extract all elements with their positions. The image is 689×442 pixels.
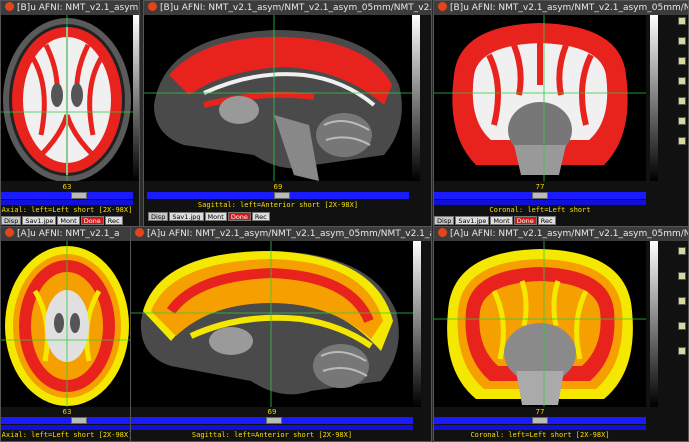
- side-button-c[interactable]: [678, 17, 686, 25]
- crop-bar: [434, 425, 646, 430]
- viewer-b-sagittal: [B]u AFNI: NMT_v2.1_asym/NMT_v2.1_asym_0…: [143, 0, 432, 228]
- mont-button[interactable]: Mont: [204, 212, 227, 221]
- coronal-brain-image[interactable]: [434, 241, 646, 407]
- close-icon[interactable]: [5, 228, 14, 237]
- intensity-bar[interactable]: [413, 241, 421, 407]
- mont-button[interactable]: Mont: [57, 216, 80, 225]
- side-button-b[interactable]: [678, 37, 686, 45]
- side-button-c[interactable]: [678, 247, 686, 255]
- crop-bar: [1, 425, 131, 430]
- slider-thumb[interactable]: [532, 192, 548, 199]
- status-text: Axial: left=Left short [2X-98X]: [1, 431, 132, 440]
- status-text: Coronal: left=Left short [2X-98X]: [434, 431, 646, 440]
- side-button-g[interactable]: [678, 322, 686, 330]
- button-row: Disp Sav1.jpg Mont Done Rec: [148, 212, 270, 221]
- intensity-bar[interactable]: [650, 241, 658, 407]
- viewer-a-coronal: [A]u AFNI: NMT_v2.1_asym/NMT_v2.1_asym_0…: [433, 226, 689, 442]
- button-row: Disp Sav1.jpe Mont Done Rec: [1, 216, 123, 225]
- done-button[interactable]: Done: [227, 212, 251, 221]
- done-button[interactable]: Done: [513, 216, 537, 225]
- sagittal-brain-image[interactable]: [144, 15, 412, 181]
- status-text: Sagittal: left=Anterior short [2X-98X]: [131, 431, 413, 440]
- crop-bar: [1, 200, 133, 205]
- slice-slider[interactable]: [147, 192, 409, 199]
- slider-thumb[interactable]: [71, 192, 87, 199]
- side-button-g[interactable]: [678, 77, 686, 85]
- intensity-bar[interactable]: [412, 15, 420, 181]
- slider-thumb[interactable]: [532, 417, 548, 424]
- axial-brain-image[interactable]: [1, 15, 133, 181]
- window-title[interactable]: [B]u AFNI: NMT_v2.1_asym: [1, 1, 139, 15]
- status-text: Axial: left=Left short [2X-98X]: [1, 206, 133, 215]
- viewer-a-sagittal: [A]u AFNI: NMT_v2.1_asym/NMT_v2.1_asym_0…: [130, 226, 432, 442]
- slider-thumb[interactable]: [71, 417, 87, 424]
- window-title[interactable]: [A]u AFNI: NMT_v2.1_asym/NMT_v2.1_asym_0…: [434, 227, 688, 241]
- close-icon[interactable]: [5, 2, 14, 11]
- side-button-r[interactable]: [678, 57, 686, 65]
- rec-button[interactable]: Rec: [537, 216, 556, 225]
- slice-number: 63: [62, 183, 72, 191]
- close-icon[interactable]: [438, 2, 447, 11]
- window-title[interactable]: [A]u AFNI: NMT_v2.1_asym/NMT_v2.1_asym_0…: [131, 227, 431, 241]
- mont-button[interactable]: Mont: [490, 216, 513, 225]
- done-button[interactable]: Done: [80, 216, 104, 225]
- side-button-r[interactable]: [678, 297, 686, 305]
- viewer-b-coronal: [B]u AFNI: NMT_v2.1_asym/NMT_v2.1_asym_0…: [433, 0, 689, 228]
- intensity-bar[interactable]: [133, 15, 139, 181]
- sagittal-brain-image[interactable]: [131, 241, 413, 407]
- slider-thumb[interactable]: [274, 192, 290, 199]
- slice-slider[interactable]: [434, 417, 646, 424]
- slice-number: 69: [273, 183, 283, 191]
- save-button[interactable]: Sav1.jpe: [455, 216, 490, 225]
- close-icon[interactable]: [438, 228, 447, 237]
- viewer-a-axial: [A]u AFNI: NMT_v2.1_a 63 Axial: left=Lef…: [0, 226, 132, 442]
- rec-button[interactable]: Rec: [251, 212, 270, 221]
- intensity-bar[interactable]: [650, 15, 658, 181]
- save-button[interactable]: Sav1.jpe: [22, 216, 57, 225]
- axial-brain-image[interactable]: [1, 241, 131, 407]
- slice-slider[interactable]: [1, 192, 133, 199]
- viewer-b-axial: [B]u AFNI: NMT_v2.1_asym 63 Axial: left=…: [0, 0, 140, 228]
- crop-bar: [434, 200, 646, 205]
- coronal-brain-image[interactable]: [434, 15, 646, 181]
- status-text: Coronal: left=Left short: [434, 206, 646, 215]
- status-text: Sagittal: left=Anterior short [2X-98X]: [144, 201, 412, 210]
- crop-bar: [131, 425, 413, 430]
- slice-slider[interactable]: [434, 192, 646, 199]
- slice-number: 69: [267, 408, 277, 416]
- disp-button[interactable]: Disp: [434, 216, 455, 225]
- disp-button[interactable]: Disp: [148, 212, 169, 221]
- side-button-i[interactable]: [678, 97, 686, 105]
- slice-slider[interactable]: [131, 417, 413, 424]
- disp-button[interactable]: Disp: [1, 216, 22, 225]
- window-title[interactable]: [A]u AFNI: NMT_v2.1_a: [1, 227, 131, 241]
- window-title[interactable]: [B]u AFNI: NMT_v2.1_asym/NMT_v2.1_asym_0…: [144, 1, 431, 15]
- slice-number: 63: [62, 408, 72, 416]
- side-button-i[interactable]: [678, 347, 686, 355]
- slider-thumb[interactable]: [266, 417, 282, 424]
- side-button-b[interactable]: [678, 272, 686, 280]
- side-button-h[interactable]: [678, 137, 686, 145]
- window-title[interactable]: [B]u AFNI: NMT_v2.1_asym/NMT_v2.1_asym_0…: [434, 1, 688, 15]
- button-row: Disp Sav1.jpe Mont Done Rec: [434, 216, 556, 225]
- close-icon[interactable]: [135, 228, 144, 237]
- slice-number: 77: [535, 408, 545, 416]
- rec-button[interactable]: Rec: [104, 216, 123, 225]
- side-button-z[interactable]: [678, 117, 686, 125]
- close-icon[interactable]: [148, 2, 157, 11]
- slice-slider[interactable]: [1, 417, 131, 424]
- save-button[interactable]: Sav1.jpg: [169, 212, 204, 221]
- slice-number: 77: [535, 183, 545, 191]
